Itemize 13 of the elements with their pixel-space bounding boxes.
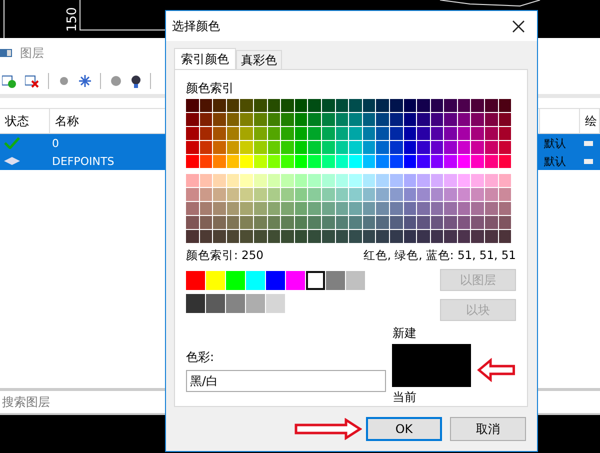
current-label: 当前 [392,389,418,406]
table-cell-text: 0 [51,136,60,152]
new-label: 新建 [392,325,418,342]
rgb-reading: 红色, 绿色, 蓝色: 51, 51, 51 [363,248,516,263]
table-cell-text: 默认 [543,154,567,170]
table-cell-text: 默认 [543,136,567,152]
table-cell-text: DEFPOINTS [51,154,116,170]
dimension-text: 150 [64,7,80,32]
index-reading: 颜色索引: 250 [186,248,264,263]
panel-title: 图层 [20,44,44,62]
field-label: 色彩: [186,349,216,366]
dialog-title: 选择颜色 [172,18,220,34]
palette-label: 颜色索引 [186,80,235,97]
